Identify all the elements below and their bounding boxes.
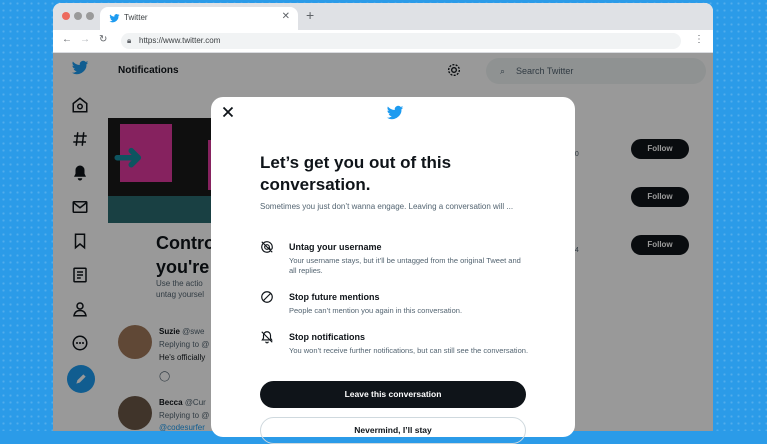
leave-conversation-modal: Let’s get you out of this conversation. …	[211, 97, 575, 444]
option-title: Stop future mentions	[289, 292, 380, 302]
tab-close-icon[interactable]: ✕	[282, 11, 290, 22]
option-description: Your username stays, but it’ll be untagg…	[289, 256, 521, 275]
block-icon	[261, 291, 273, 303]
twitter-bird-icon	[109, 14, 120, 23]
option-title: Stop notifications	[289, 332, 365, 342]
new-tab-icon[interactable]: +	[306, 7, 314, 23]
forward-icon[interactable]: →	[80, 34, 90, 45]
close-icon[interactable]	[219, 103, 237, 121]
modal-title: Let’s get you out of this conversation.	[260, 153, 452, 194]
maximize-window-button[interactable]	[86, 12, 94, 20]
leave-conversation-button[interactable]: Leave this conversation	[260, 381, 526, 408]
minimize-window-button[interactable]	[74, 12, 82, 20]
tab-title: Twitter	[124, 13, 148, 22]
close-window-button[interactable]	[62, 12, 70, 20]
back-icon[interactable]: ←	[62, 34, 72, 45]
browser-toolbar: ← → ↻ 🔒︎ https://www.twitter.com ⋮	[53, 30, 713, 53]
twitter-bird-icon	[386, 105, 404, 120]
untag-icon	[261, 241, 273, 253]
bell-off-icon	[261, 331, 273, 344]
option-description: You won’t receive further notifications,…	[289, 346, 529, 355]
lock-icon: 🔒︎	[127, 36, 132, 45]
address-bar[interactable]: 🔒︎ https://www.twitter.com	[121, 33, 681, 49]
browser-menu-icon[interactable]: ⋮	[694, 34, 704, 45]
reload-icon[interactable]: ↻	[99, 34, 107, 45]
tab-strip: Twitter ✕ +	[53, 3, 713, 30]
option-title: Untag your username	[289, 242, 382, 252]
option-description: People can’t mention you again in this c…	[289, 306, 463, 315]
url-text: https://www.twitter.com	[139, 36, 221, 45]
browser-tab[interactable]: Twitter ✕	[100, 7, 298, 30]
modal-subtitle: Sometimes you just don’t wanna engage. L…	[260, 202, 514, 211]
